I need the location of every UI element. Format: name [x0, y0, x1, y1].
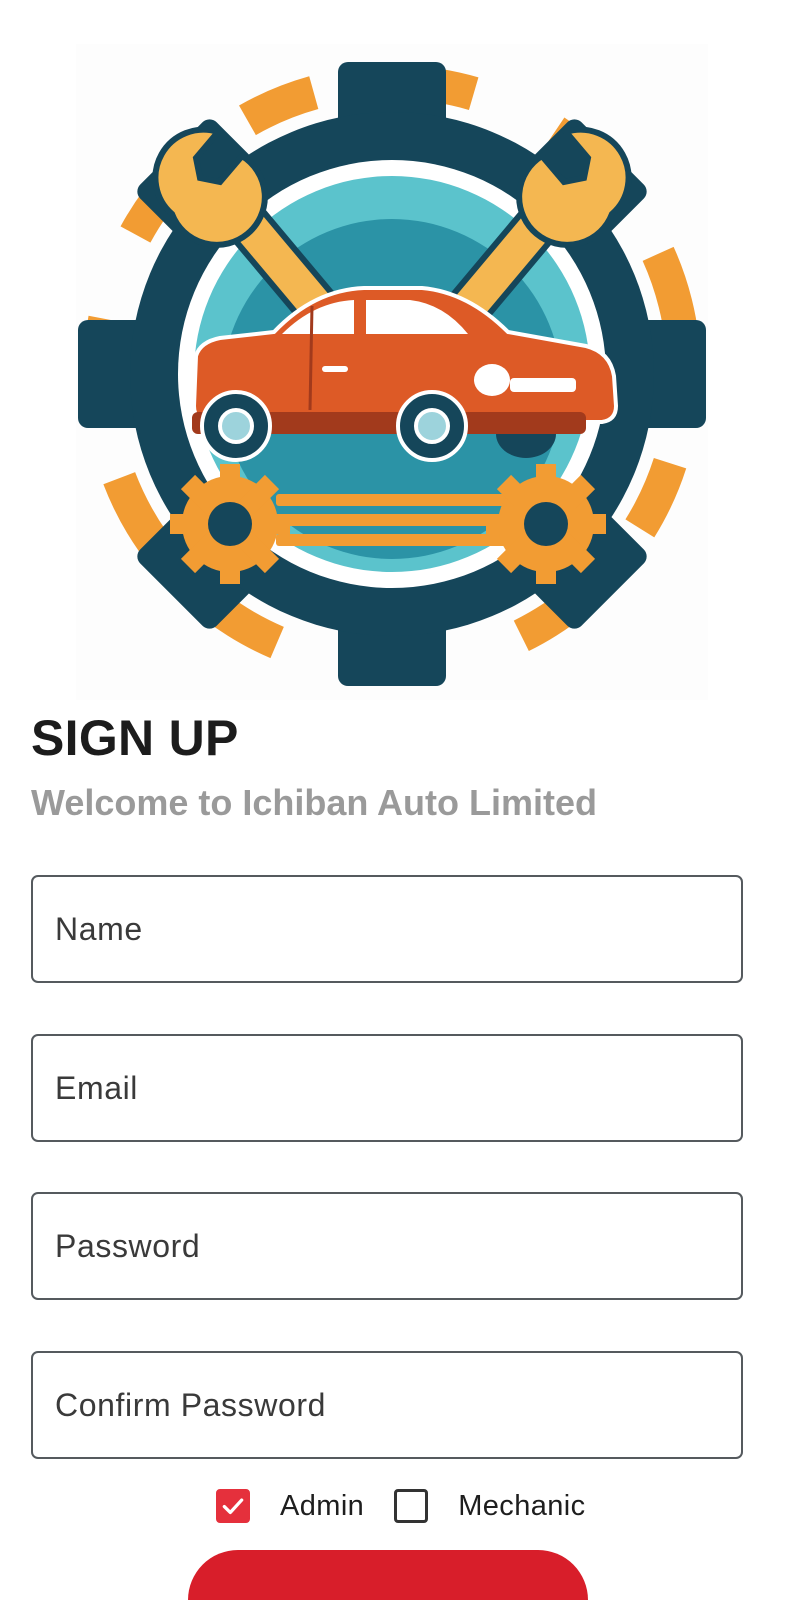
password-input[interactable]: [33, 1194, 741, 1298]
signup-screen: SIGN UP Welcome to Ichiban Auto Limited …: [0, 0, 792, 1600]
page-title: SIGN UP: [31, 710, 239, 766]
name-input[interactable]: [33, 877, 741, 981]
confirm-password-field[interactable]: [31, 1351, 743, 1459]
admin-checkbox[interactable]: [216, 1489, 250, 1523]
checkmark-icon: [222, 1498, 244, 1515]
name-field[interactable]: [31, 875, 743, 983]
admin-label[interactable]: Admin: [280, 1490, 364, 1523]
role-selector: Admin Mechanic: [216, 1486, 586, 1526]
auto-repair-gear-car-icon: [78, 62, 706, 686]
mechanic-checkbox[interactable]: [394, 1489, 429, 1523]
confirm-password-input[interactable]: [33, 1353, 741, 1457]
mechanic-label[interactable]: Mechanic: [458, 1490, 585, 1523]
welcome-subtitle: Welcome to Ichiban Auto Limited: [31, 782, 598, 823]
brand-logo: [76, 44, 708, 700]
password-field[interactable]: [31, 1192, 743, 1300]
sign-up-button[interactable]: [188, 1550, 588, 1600]
email-input[interactable]: [33, 1036, 741, 1140]
email-field[interactable]: [31, 1034, 743, 1142]
